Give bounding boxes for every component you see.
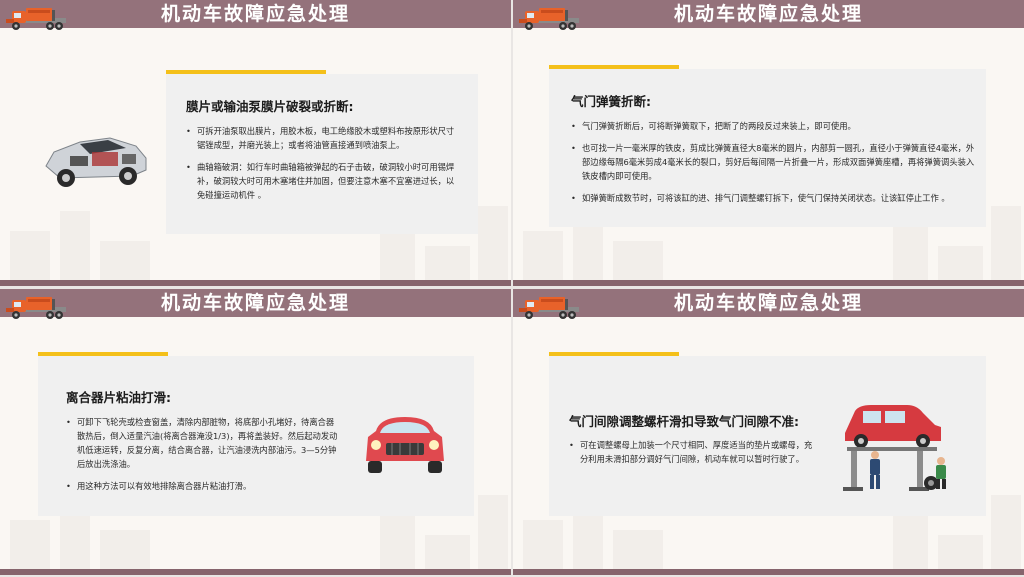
slide-header: 机动车故障应急处理 — [513, 289, 1024, 317]
slide-3[interactable]: 机动车故障应急处理 离合器片粘油打滑: 可卸下飞轮壳或检查窗盖，清除内部脏物，将… — [0, 289, 511, 575]
slide-title: 机动车故障应急处理 — [160, 292, 350, 314]
card-title: 气门弹簧折断: — [571, 94, 651, 109]
truck-icon — [519, 297, 579, 319]
bullet-list: 气门弹簧折断后，可将断弹簧取下，把断了的两段反过来装上，即可使用。 也可找一片一… — [571, 119, 975, 213]
slide-header: 机动车故障应急处理 — [0, 0, 511, 28]
bullet-list: 可在调整螺母上加装一个尺寸相同、厚度适当的垫片或螺母，充分利用未滑扣部分调好气门… — [569, 438, 814, 474]
bottom-strip — [513, 280, 1024, 286]
slide-title: 机动车故障应急处理 — [673, 3, 863, 25]
slide-header: 机动车故障应急处理 — [0, 289, 511, 317]
truck-icon — [6, 297, 66, 319]
bullet-item: 可在调整螺母上加装一个尺寸相同、厚度适当的垫片或螺母，充分利用未滑扣部分调好气门… — [569, 438, 814, 466]
bullet-item: 曲轴箱破洞：如行车时曲轴箱被弹起的石子击破，破洞较小时可用锡焊补，破洞较大时可用… — [186, 160, 462, 202]
car-lift-mechanics-illustration — [843, 405, 946, 491]
card-title: 气门间隙调整螺杆滑扣导致气门间隙不准: — [569, 414, 799, 429]
slide-1[interactable]: 机动车故障应急处理 膜片或输油泵膜片破裂或折断: 可拆开油泵取出膜片，用胶木板，… — [0, 0, 511, 286]
bullet-list: 可卸下飞轮壳或检查窗盖，清除内部脏物，将底部小孔堵好，待离合器散热后，倒入适量汽… — [66, 415, 342, 501]
bullet-item: 也可找一片一毫米厚的铁皮，剪成比弹簧直径大8毫米的圆片，内部剪一圆孔，直径小于弹… — [571, 141, 975, 183]
red-car-front-illustration — [366, 417, 444, 473]
bottom-strip — [513, 569, 1024, 575]
bullet-item: 如弹簧断成数节时，可将该缸的进、排气门调整螺钉拆下，使气门保持关闭状态。让该缸停… — [571, 191, 975, 205]
bottom-strip — [0, 569, 511, 575]
slide-title: 机动车故障应急处理 — [673, 292, 863, 314]
bullet-item: 可卸下飞轮壳或检查窗盖，清除内部脏物，将底部小孔堵好，待离合器散热后，倒入适量汽… — [66, 415, 342, 471]
bullet-list: 可拆开油泵取出膜片，用胶木板，电工绝缘胶木或塑料布按原形状尺寸锯锉成型，并磨光装… — [186, 124, 462, 210]
bullet-item: 用这种方法可以有效地排除离合器片粘油打滑。 — [66, 479, 342, 493]
slide-title: 机动车故障应急处理 — [160, 3, 350, 25]
slide-header: 机动车故障应急处理 — [513, 0, 1024, 28]
bottom-strip — [0, 280, 511, 286]
car-engine-illustration — [45, 137, 147, 187]
bullet-item: 气门弹簧折断后，可将断弹簧取下，把断了的两段反过来装上，即可使用。 — [571, 119, 975, 133]
slide-4[interactable]: 机动车故障应急处理 气门间隙调整螺杆滑扣导致气门间隙不准: 可在调整螺母上加装一… — [513, 289, 1024, 575]
bullet-item: 可拆开油泵取出膜片，用胶木板，电工绝缘胶木或塑料布按原形状尺寸锯锉成型，并磨光装… — [186, 124, 462, 152]
truck-icon — [519, 8, 579, 30]
truck-icon — [6, 8, 66, 30]
slide-2[interactable]: 机动车故障应急处理 气门弹簧折断: 气门弹簧折断后，可将断弹簧取下，把断了的两段… — [513, 0, 1024, 286]
card-title: 离合器片粘油打滑: — [66, 390, 171, 405]
card-title: 膜片或输油泵膜片破裂或折断: — [186, 99, 354, 114]
